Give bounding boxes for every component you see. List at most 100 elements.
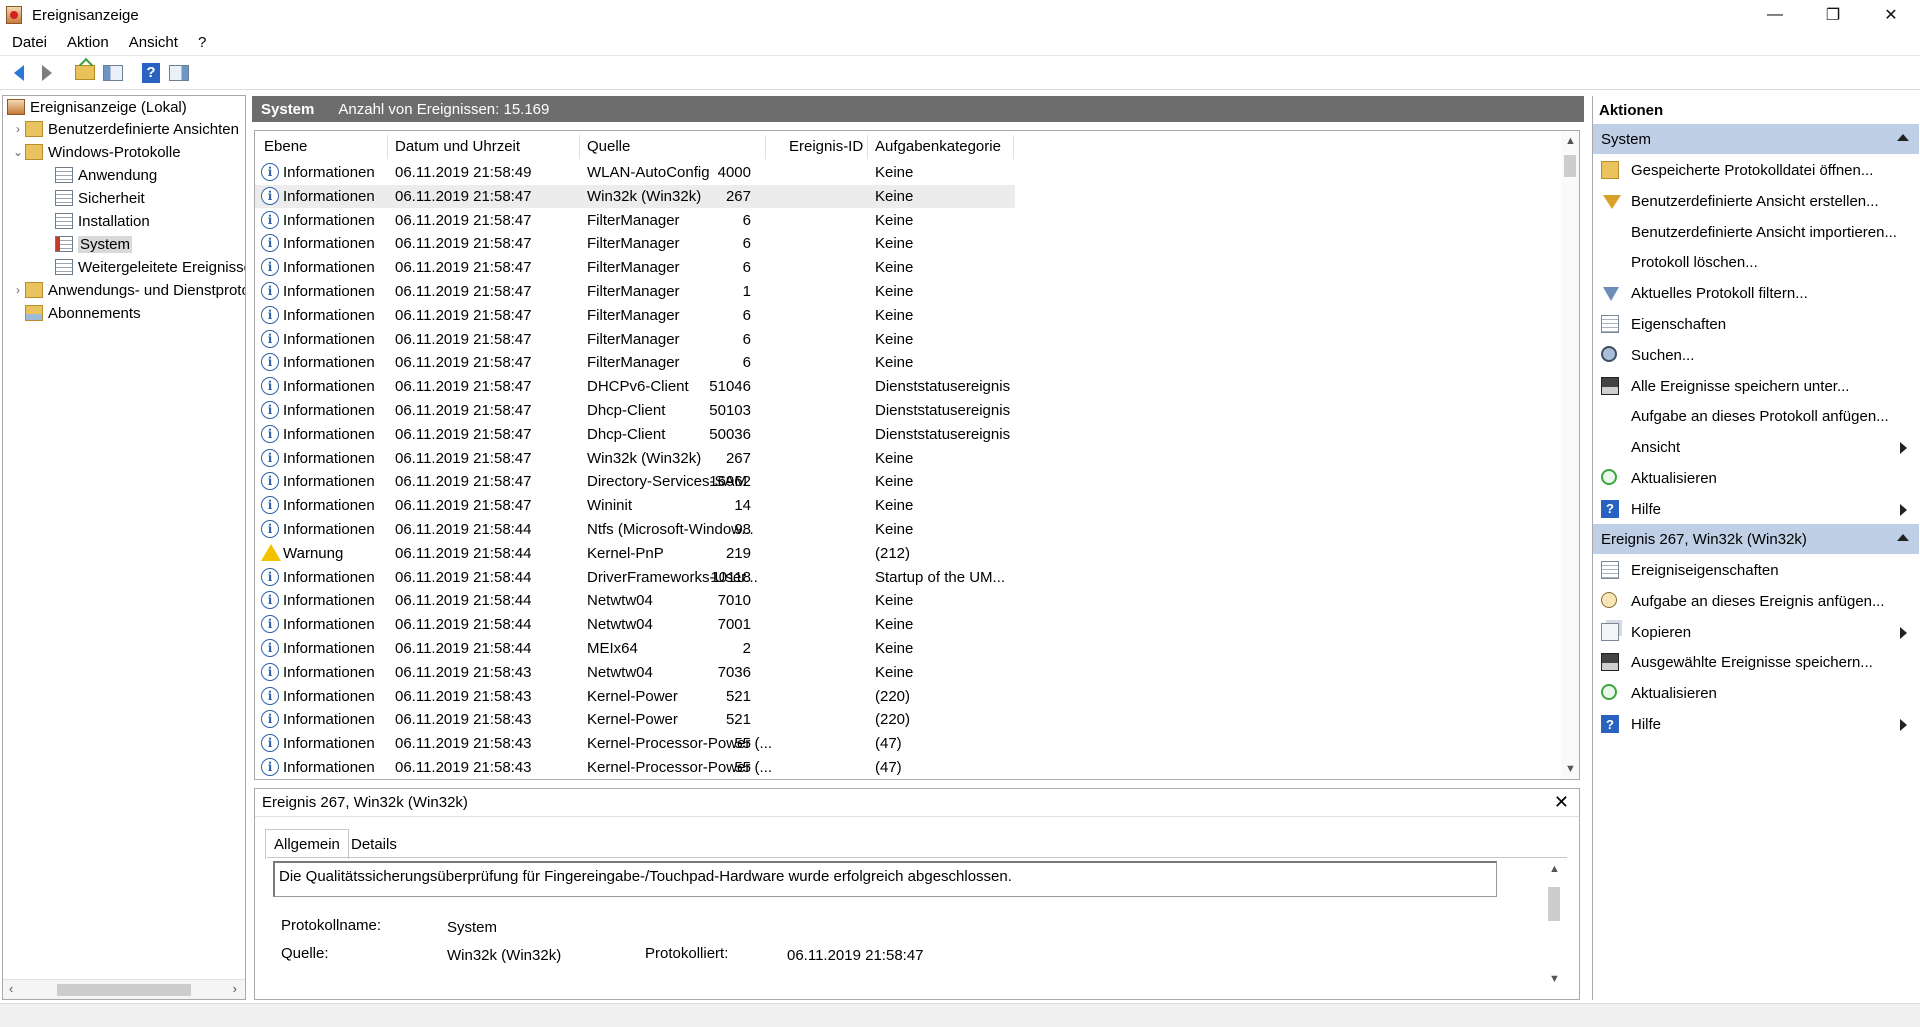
menu-view[interactable]: Ansicht [121, 34, 186, 51]
table-row[interactable]: i Informationen 06.11.2019 21:58:47 DHCPv6-… [255, 375, 1015, 398]
table-row[interactable]: i Informationen 06.11.2019 21:58:49 WLAN-Au… [255, 161, 1015, 184]
action-item[interactable]: Aktuelles Protokoll filtern... [1593, 279, 1919, 309]
table-row[interactable]: i Informationen 06.11.2019 21:58:47 FilterM… [255, 304, 1015, 327]
tree-item-root[interactable]: Ereignisanzeige (Lokal) [7, 96, 187, 118]
table-row[interactable]: i Informationen 06.11.2019 21:58:47 FilterM… [255, 256, 1015, 279]
table-row[interactable]: i Informationen 06.11.2019 21:58:44 DriverF… [255, 566, 1015, 589]
table-row[interactable]: i Informationen 06.11.2019 21:58:47 Wininit… [255, 494, 1015, 517]
table-row[interactable]: i Informationen 06.11.2019 21:58:44 Ntfs (M… [255, 518, 1015, 541]
table-row[interactable]: i Informationen 06.11.2019 21:58:47 Directo… [255, 470, 1015, 493]
back-button[interactable] [6, 60, 32, 86]
action-item[interactable]: Aufgabe an dieses Protokoll anfügen... [1593, 402, 1919, 432]
table-row[interactable]: i Informationen 06.11.2019 21:58:43 Kernel-… [255, 708, 1015, 731]
table-row[interactable]: i Informationen 06.11.2019 21:58:44 Netwtw0… [255, 589, 1015, 612]
column-date[interactable]: Datum und Uhrzeit [395, 138, 520, 155]
detail-vertical-scrollbar[interactable]: ▲ ▼ [1545, 859, 1563, 987]
scroll-up-icon[interactable]: ▲ [1565, 135, 1576, 147]
tree-item-subscriptions[interactable]: Abonnements [25, 302, 141, 324]
help-button[interactable]: ? [138, 60, 164, 86]
tree-item-setup[interactable]: Installation [55, 210, 150, 232]
scrollbar-thumb[interactable] [1564, 155, 1576, 177]
tree-item-security[interactable]: Sicherheit [55, 187, 145, 209]
expand-chevron-icon[interactable]: › [11, 122, 25, 136]
tree-item-system[interactable]: System [55, 233, 133, 255]
action-item[interactable]: Gespeicherte Protokolldatei öffnen... [1593, 156, 1919, 186]
table-row[interactable]: i Informationen 06.11.2019 21:58:47 Dhcp-Cl… [255, 399, 1015, 422]
scroll-up-icon[interactable]: ▲ [1549, 863, 1560, 875]
up-folder-button[interactable] [72, 60, 98, 86]
collapse-chevron-icon[interactable]: ⌄ [11, 145, 25, 159]
table-row[interactable]: i Informationen 06.11.2019 21:58:44 Netwtw0… [255, 613, 1015, 636]
action-item[interactable]: Aufgabe an dieses Ereignis anfügen... [1593, 587, 1919, 617]
table-row[interactable]: i Informationen 06.11.2019 21:58:47 FilterM… [255, 280, 1015, 303]
event-viewer-app-icon [6, 6, 22, 24]
table-row[interactable]: i Informationen 06.11.2019 21:58:47 FilterM… [255, 351, 1015, 374]
tab-details[interactable]: Details [343, 829, 405, 859]
action-item[interactable]: Aktualisieren [1593, 679, 1919, 709]
scroll-down-icon[interactable]: ▼ [1549, 973, 1560, 985]
table-row[interactable]: i Informationen 06.11.2019 21:58:43 Kernel-… [255, 685, 1015, 708]
scrollbar-thumb[interactable] [1548, 887, 1560, 921]
table-row[interactable]: i Informationen 06.11.2019 21:58:47 Dhcp-Cl… [255, 423, 1015, 446]
scroll-down-icon[interactable]: ▼ [1565, 763, 1576, 775]
menu-file[interactable]: Datei [4, 34, 55, 51]
minimize-button[interactable]: — [1746, 0, 1804, 30]
log-icon [55, 190, 73, 206]
actions-section-system[interactable]: System [1593, 124, 1919, 154]
tree-horizontal-scrollbar[interactable]: ‹ › [3, 979, 245, 999]
collapse-caret-icon[interactable] [1897, 534, 1909, 541]
folder-icon [25, 282, 43, 298]
action-item[interactable]: Aktualisieren [1593, 464, 1919, 494]
expand-chevron-icon[interactable]: › [11, 283, 25, 297]
action-item[interactable]: Alle Ereignisse speichern unter... [1593, 372, 1919, 402]
action-item[interactable]: Kopieren [1593, 618, 1919, 648]
tab-general[interactable]: Allgemein [265, 829, 349, 859]
table-row[interactable]: i Informationen 06.11.2019 21:58:43 Kernel-… [255, 732, 1015, 755]
table-row[interactable]: i Informationen 06.11.2019 21:58:47 FilterM… [255, 328, 1015, 351]
close-button[interactable]: ✕ [1862, 0, 1920, 30]
action-item[interactable]: Suchen... [1593, 341, 1919, 371]
show-hide-tree-button[interactable] [100, 60, 126, 86]
information-icon: i [261, 448, 279, 467]
action-item[interactable]: Ausgewählte Ereignisse speichern... [1593, 648, 1919, 678]
maximize-button[interactable]: ❐ [1804, 0, 1862, 30]
scrollbar-thumb[interactable] [57, 984, 191, 996]
table-row[interactable]: i Informationen 06.11.2019 21:58:43 Netwtw0… [255, 661, 1015, 684]
tree-item-forwarded[interactable]: Weitergeleitete Ereignisse [55, 256, 245, 278]
tree-item-custom-views[interactable]: › Benutzerdefinierte Ansichten [11, 118, 239, 140]
column-source[interactable]: Quelle [587, 138, 630, 155]
scroll-left-icon[interactable]: ‹ [9, 981, 13, 996]
menu-help[interactable]: ? [190, 34, 214, 51]
scroll-right-icon[interactable]: › [233, 981, 237, 996]
action-item[interactable]: ? Hilfe [1593, 710, 1919, 740]
action-item[interactable]: Benutzerdefinierte Ansicht erstellen... [1593, 187, 1919, 217]
table-row[interactable]: i Informationen 06.11.2019 21:58:47 Win32k … [255, 184, 1015, 208]
action-item[interactable]: Eigenschaften [1593, 310, 1919, 340]
column-level[interactable]: Ebene [264, 138, 307, 155]
action-item[interactable]: Protokoll löschen... [1593, 248, 1919, 278]
action-item[interactable]: Ansicht [1593, 433, 1919, 463]
event-detail-header: Ereignis 267, Win32k (Win32k) ✕ [255, 789, 1579, 817]
event-list-vertical-scrollbar[interactable]: ▲ ▼ [1561, 131, 1579, 779]
table-row[interactable]: i Informationen 06.11.2019 21:58:47 FilterM… [255, 232, 1015, 255]
action-item[interactable]: Benutzerdefinierte Ansicht importieren..… [1593, 218, 1919, 248]
table-row[interactable]: i Informationen 06.11.2019 21:58:44 MEIx64 2… [255, 637, 1015, 660]
event-description[interactable]: Die Qualitätssicherungsüberprüfung für F… [273, 861, 1497, 897]
action-item[interactable]: ? Hilfe [1593, 495, 1919, 525]
column-event-id[interactable]: Ereignis-ID [789, 138, 863, 155]
forward-button[interactable] [34, 60, 60, 86]
table-row[interactable]: i Informationen 06.11.2019 21:58:43 Kernel-… [255, 756, 1015, 779]
close-detail-icon[interactable]: ✕ [1554, 792, 1569, 813]
tree-item-apps-services[interactable]: › Anwendungs- und Dienstprotokolle [11, 279, 245, 301]
table-row[interactable]: i Informationen 06.11.2019 21:58:47 Win32k … [255, 447, 1015, 470]
table-row[interactable]: Warnung 06.11.2019 21:58:44 Kernel-PnP 219 (… [255, 542, 1015, 565]
actions-section-event[interactable]: Ereignis 267, Win32k (Win32k) [1593, 524, 1919, 554]
menu-action[interactable]: Aktion [59, 34, 117, 51]
table-row[interactable]: i Informationen 06.11.2019 21:58:47 FilterM… [255, 209, 1015, 232]
tree-item-application[interactable]: Anwendung [55, 164, 157, 186]
action-item[interactable]: Ereigniseigenschaften [1593, 556, 1919, 586]
collapse-caret-icon[interactable] [1897, 134, 1909, 141]
tree-item-windows-logs[interactable]: ⌄ Windows-Protokolle [11, 141, 181, 163]
show-hide-action-pane-button[interactable] [166, 60, 192, 86]
column-category[interactable]: Aufgabenkategorie [875, 138, 1001, 155]
